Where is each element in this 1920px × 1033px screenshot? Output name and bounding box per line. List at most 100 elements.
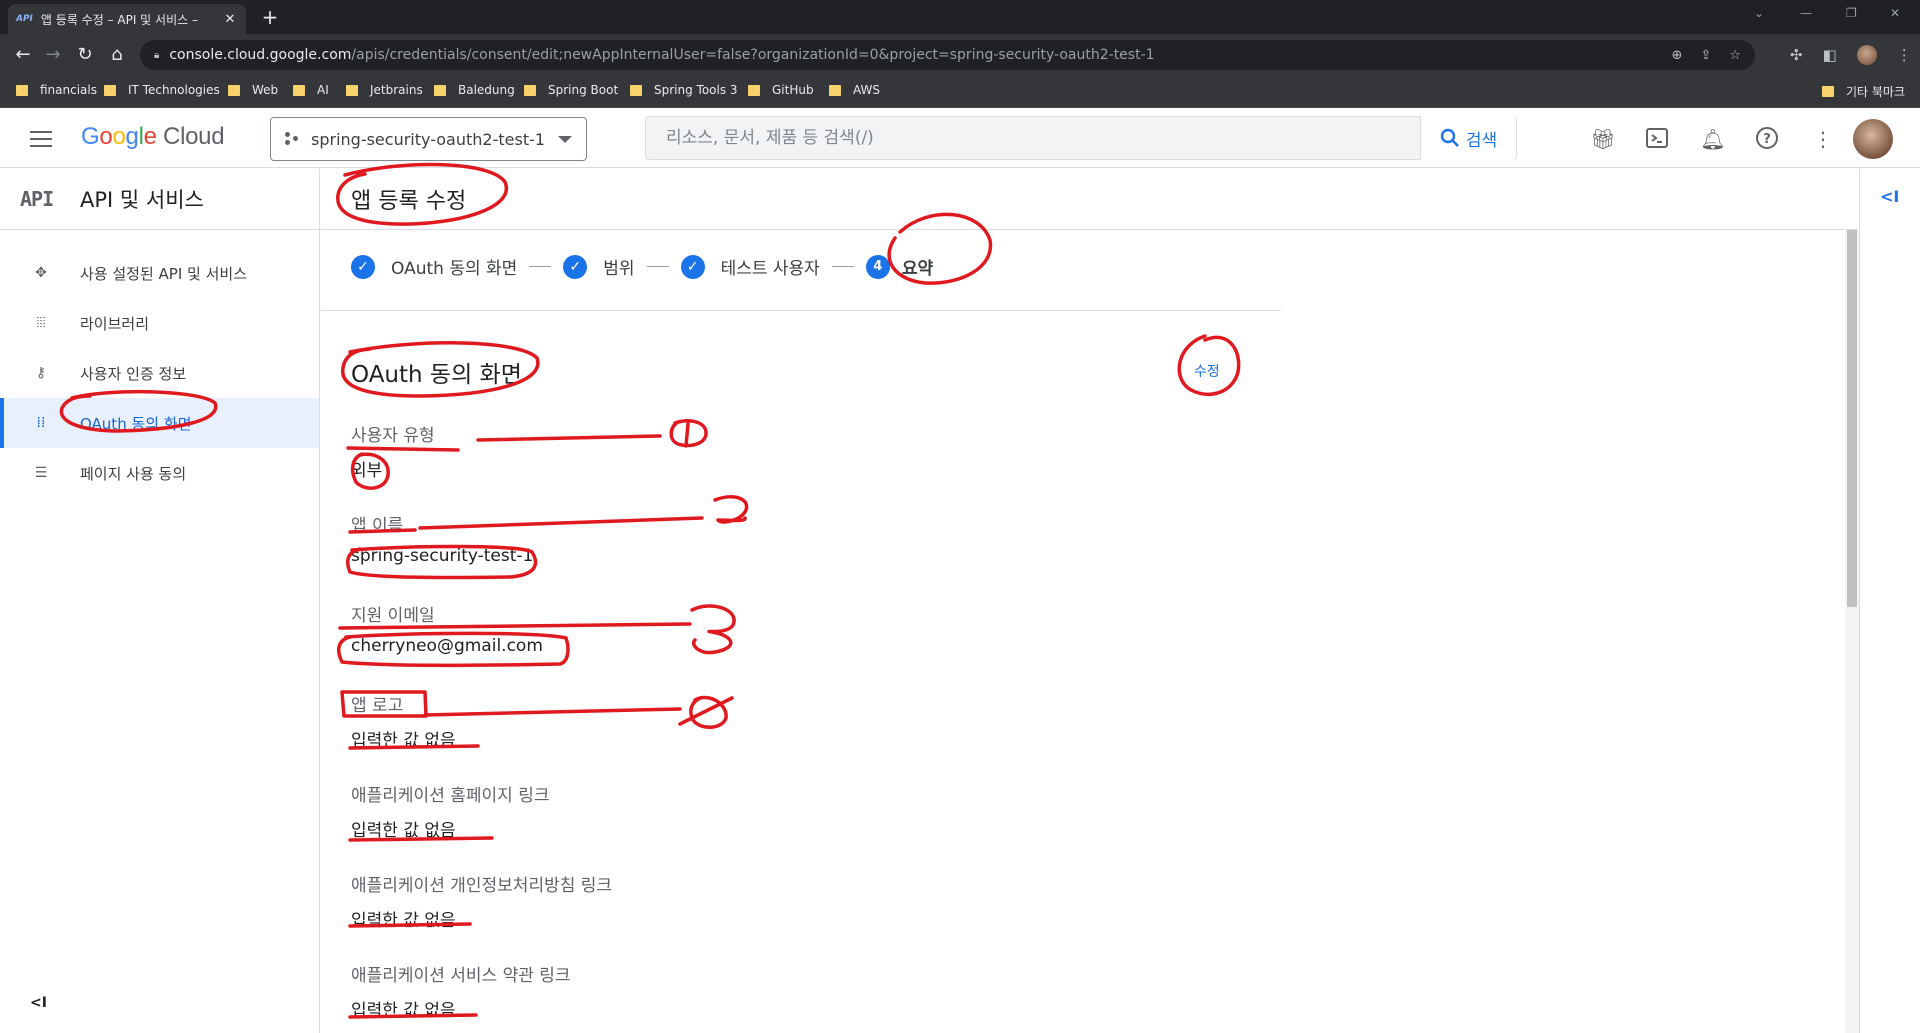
bookmark-folder[interactable]: financials [16, 83, 97, 97]
field-label-app-logo: 앱 로고 [351, 696, 404, 716]
restore-icon[interactable]: ❐ [1846, 6, 1857, 20]
bookmark-folder[interactable]: Spring Tools 3 [630, 83, 738, 97]
check-circle-icon: ✓ [351, 254, 375, 279]
new-tab-button[interactable]: + [258, 6, 282, 30]
chrome-menu-icon[interactable]: ⋮ [1897, 46, 1912, 64]
step-scopes[interactable]: 범위 [603, 254, 634, 279]
lock-icon[interactable]: 🔒︎ [154, 50, 159, 61]
key-icon: ⚷ [35, 365, 47, 381]
edit-link[interactable]: 수정 [1194, 361, 1220, 381]
bookmark-folder[interactable]: Web [228, 83, 278, 97]
progress-stepper: ✓ OAuth 동의 화면 ✓ 범위 ✓ 테스트 사용자 4 요약 [351, 254, 933, 279]
bookmark-folder[interactable]: AI [293, 83, 329, 97]
stepper-divider [321, 310, 1281, 311]
step-summary[interactable]: 요약 [902, 254, 933, 279]
sidebar-item-label: 라이브러리 [80, 314, 150, 333]
field-label-app-name: 앱 이름 [351, 516, 404, 536]
tab-title: 앱 등록 수정 – API 및 서비스 – [40, 12, 198, 27]
main-content: 앱 등록 수정 ✓ OAuth 동의 화면 ✓ 범위 ✓ 테스트 사용자 4 요… [321, 169, 1858, 1033]
zoom-icon[interactable]: ⊕ [1672, 48, 1683, 63]
cloud-console-header: Google Cloud spring-security-oauth2-test… [0, 108, 1920, 168]
sidebar-item-library[interactable]: ⦙⦙⦙ 라이브러리 [0, 298, 319, 348]
sidebar: API API 및 서비스 ✥ 사용 설정된 API 및 서비스 ⦙⦙⦙ 라이브… [0, 169, 320, 1033]
account-avatar[interactable] [1853, 119, 1893, 159]
bookmark-folder[interactable]: GitHub [748, 83, 814, 97]
notifications-bell-icon[interactable]: 🔔︎ [1700, 126, 1726, 152]
field-label-terms-link: 애플리케이션 서비스 약관 링크 [351, 966, 571, 986]
share-icon[interactable]: ⇪ [1700, 48, 1711, 63]
sidebar-item-label: 사용자 인증 정보 [80, 364, 187, 383]
sidebar-header: API API 및 서비스 [0, 169, 319, 230]
address-bar[interactable]: 🔒︎ console.cloud.google.com/apis/credent… [140, 40, 1755, 70]
close-window-icon[interactable]: ✕ [1890, 6, 1900, 20]
bookmark-folder[interactable]: AWS [829, 83, 880, 97]
field-label-homepage-link: 애플리케이션 홈페이지 링크 [351, 786, 550, 806]
svg-text:?: ? [1763, 132, 1771, 147]
field-value-terms-link: 입력한 값 없음 [351, 1001, 456, 1021]
sidebar-item-label: 사용 설정된 API 및 서비스 [80, 264, 248, 283]
folder-icon [1822, 86, 1834, 97]
help-icon[interactable]: ? [1754, 126, 1780, 152]
reload-icon[interactable]: ↻ [72, 42, 98, 68]
expand-panel-icon[interactable]: <I [1880, 187, 1899, 206]
close-tab-icon[interactable]: ✕ [222, 12, 238, 27]
sidebar-item-credentials[interactable]: ⚷ 사용자 인증 정보 [0, 348, 319, 398]
extensions-icon[interactable]: ✣ [1790, 46, 1803, 64]
bookmark-star-icon[interactable]: ☆ [1729, 48, 1741, 63]
step-test-users[interactable]: 테스트 사용자 [721, 254, 820, 279]
sidebar-item-page-usage-agreements[interactable]: ☰ 페이지 사용 동의 [0, 448, 319, 498]
search-input[interactable] [646, 117, 1420, 159]
field-value-user-type: 외부 [351, 461, 383, 481]
step-number-badge: 4 [865, 254, 890, 279]
search-icon [1440, 128, 1459, 147]
bookmark-folder[interactable]: Spring Boot [524, 83, 618, 97]
settings-list-icon: ☰ [34, 465, 48, 481]
cloud-shell-icon[interactable] [1644, 126, 1670, 152]
project-name: spring-security-oauth2-test-1 [311, 129, 546, 149]
bookmark-folder[interactable]: IT Technologies [104, 83, 220, 97]
bookmark-folder[interactable]: Jetbrains [346, 83, 423, 97]
sidebar-title: API 및 서비스 [80, 188, 204, 212]
field-value-app-logo: 입력한 값 없음 [351, 731, 456, 751]
sidebar-item-oauth-consent[interactable]: ⁞⁞ OAuth 동의 화면 [0, 398, 319, 448]
back-icon[interactable]: ← [10, 42, 36, 68]
folder-icon [228, 84, 240, 96]
field-label-user-type: 사용자 유형 [351, 426, 435, 446]
api-hub-icon: ✥ [35, 265, 47, 281]
tab-search-icon[interactable]: ⌄ [1754, 6, 1764, 20]
section-title: OAuth 동의 화면 [351, 362, 522, 388]
consent-grid-icon: ⁞⁞ [36, 415, 46, 431]
minimize-icon[interactable]: — [1800, 6, 1812, 20]
browser-tab[interactable]: API 앱 등록 수정 – API 및 서비스 – ✕ [8, 4, 246, 34]
search-button[interactable]: 검색 [1420, 116, 1516, 160]
hamburger-menu-icon[interactable] [28, 128, 54, 148]
side-panel-icon[interactable]: ◧ [1823, 46, 1837, 64]
field-label-support-email: 지원 이메일 [351, 606, 435, 626]
api-logo-icon: API [20, 187, 54, 211]
bookmark-folder[interactable]: Baledung [434, 83, 515, 97]
api-favicon-icon: API [16, 14, 33, 24]
google-cloud-logo[interactable]: Google Cloud [81, 123, 225, 151]
field-value-support-email: cherryneo@gmail.com [351, 636, 543, 656]
step-oauth-consent[interactable]: OAuth 동의 화면 [391, 254, 517, 279]
check-circle-icon: ✓ [680, 254, 705, 279]
more-vert-icon[interactable]: ⋮ [1810, 126, 1836, 152]
field-value-privacy-policy-link: 입력한 값 없음 [351, 911, 456, 931]
folder-icon [524, 84, 536, 96]
check-circle-icon: ✓ [563, 254, 588, 279]
page-header: 앱 등록 수정 [321, 169, 1858, 230]
step-divider [529, 266, 552, 267]
gift-icon[interactable]: 🎁︎ [1590, 126, 1616, 152]
sidebar-item-enabled-apis[interactable]: ✥ 사용 설정된 API 및 서비스 [0, 248, 319, 298]
folder-icon [16, 84, 28, 96]
project-hierarchy-icon [285, 132, 299, 146]
forward-icon[interactable]: → [40, 42, 66, 68]
collapse-sidebar-icon[interactable]: <I [30, 995, 47, 1011]
home-icon[interactable]: ⌂ [104, 42, 130, 68]
page-title: 앱 등록 수정 [351, 189, 467, 214]
chevron-down-icon [558, 135, 572, 143]
other-bookmarks[interactable]: 기타 북마크 [1822, 83, 1905, 100]
profile-avatar[interactable] [1856, 45, 1877, 65]
scrollbar-thumb[interactable] [1847, 230, 1857, 607]
project-selector[interactable]: spring-security-oauth2-test-1 [270, 117, 587, 161]
